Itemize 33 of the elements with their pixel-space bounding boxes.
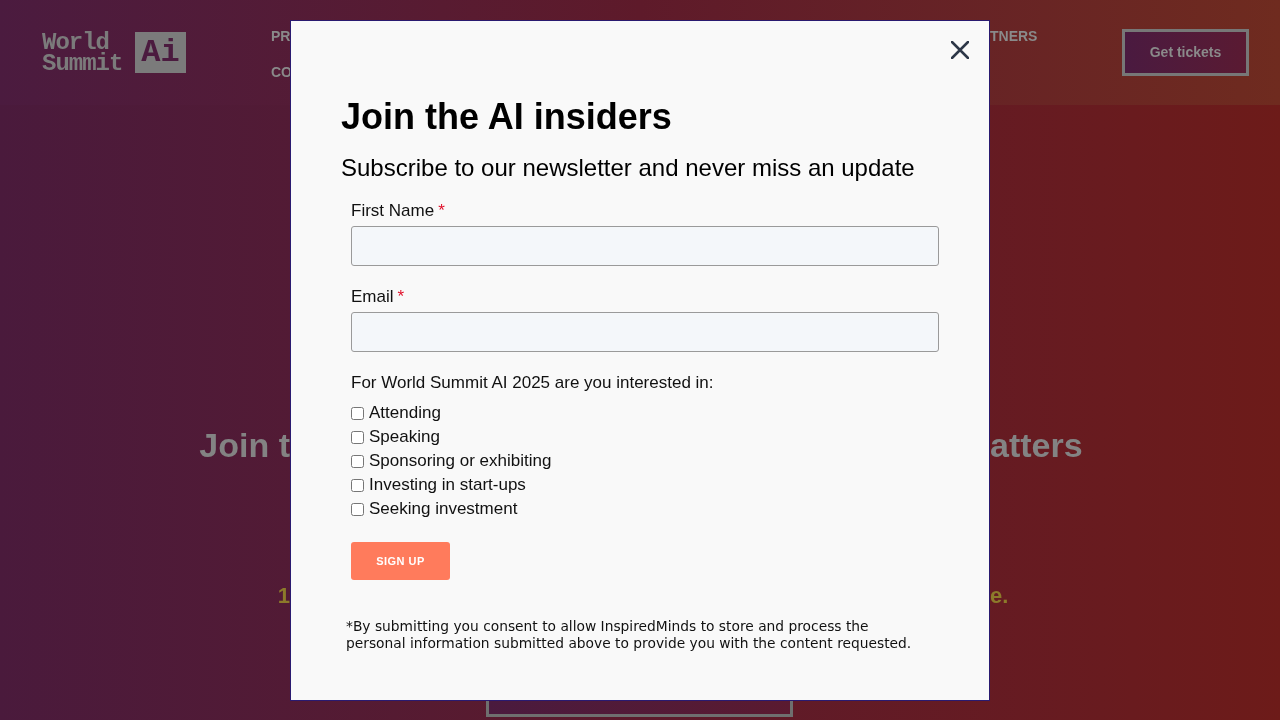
logo-wordmark[interactable]: World Summit — [42, 31, 130, 74]
checkbox[interactable] — [351, 454, 364, 468]
close-icon — [951, 41, 969, 59]
disclaimer-text: *By submitting you consent to allow InspiredMinds to store and process the personal information submitted above to provide you with the content requested. — [346, 618, 913, 652]
checkbox[interactable] — [351, 478, 364, 492]
heading-text: atters — [990, 425, 1083, 465]
option-label: Seeking investment — [369, 498, 518, 520]
question-text: For World Summit AI 2025 are you interested in: — [351, 372, 714, 394]
sign-up-button[interactable]: SIGN UP — [351, 542, 450, 580]
required-mark: * — [397, 286, 405, 308]
close-button[interactable] — [951, 41, 969, 59]
checkbox[interactable] — [351, 430, 364, 444]
button-outline[interactable] — [486, 701, 793, 717]
required-mark: * — [438, 200, 445, 222]
field-label: First Name — [351, 200, 435, 222]
option-label: Attending — [369, 402, 441, 424]
input-field[interactable] — [351, 312, 939, 352]
get-tickets-button[interactable]: Get tickets — [1122, 29, 1249, 76]
option-label: Speaking — [369, 426, 440, 448]
logo-mark[interactable]: Ai — [135, 32, 186, 73]
modal-subtitle: Subscribe to our newsletter and never miss an update — [341, 154, 915, 182]
field-label: Email — [351, 286, 394, 308]
modal-title: Join the AI insiders — [341, 96, 672, 138]
text-fragment: e. — [990, 582, 1009, 610]
input-field[interactable] — [351, 226, 939, 266]
option-label: Sponsoring or exhibiting — [369, 450, 552, 472]
nav-link[interactable]: PR — [271, 28, 291, 45]
text-fragment: 1 — [277, 582, 290, 610]
nav-link[interactable]: TNERS — [990, 28, 1038, 45]
checkbox[interactable] — [351, 502, 364, 516]
checkbox[interactable] — [351, 406, 364, 420]
heading-text: Join t — [199, 425, 290, 465]
option-label: Investing in start-ups — [369, 474, 526, 496]
